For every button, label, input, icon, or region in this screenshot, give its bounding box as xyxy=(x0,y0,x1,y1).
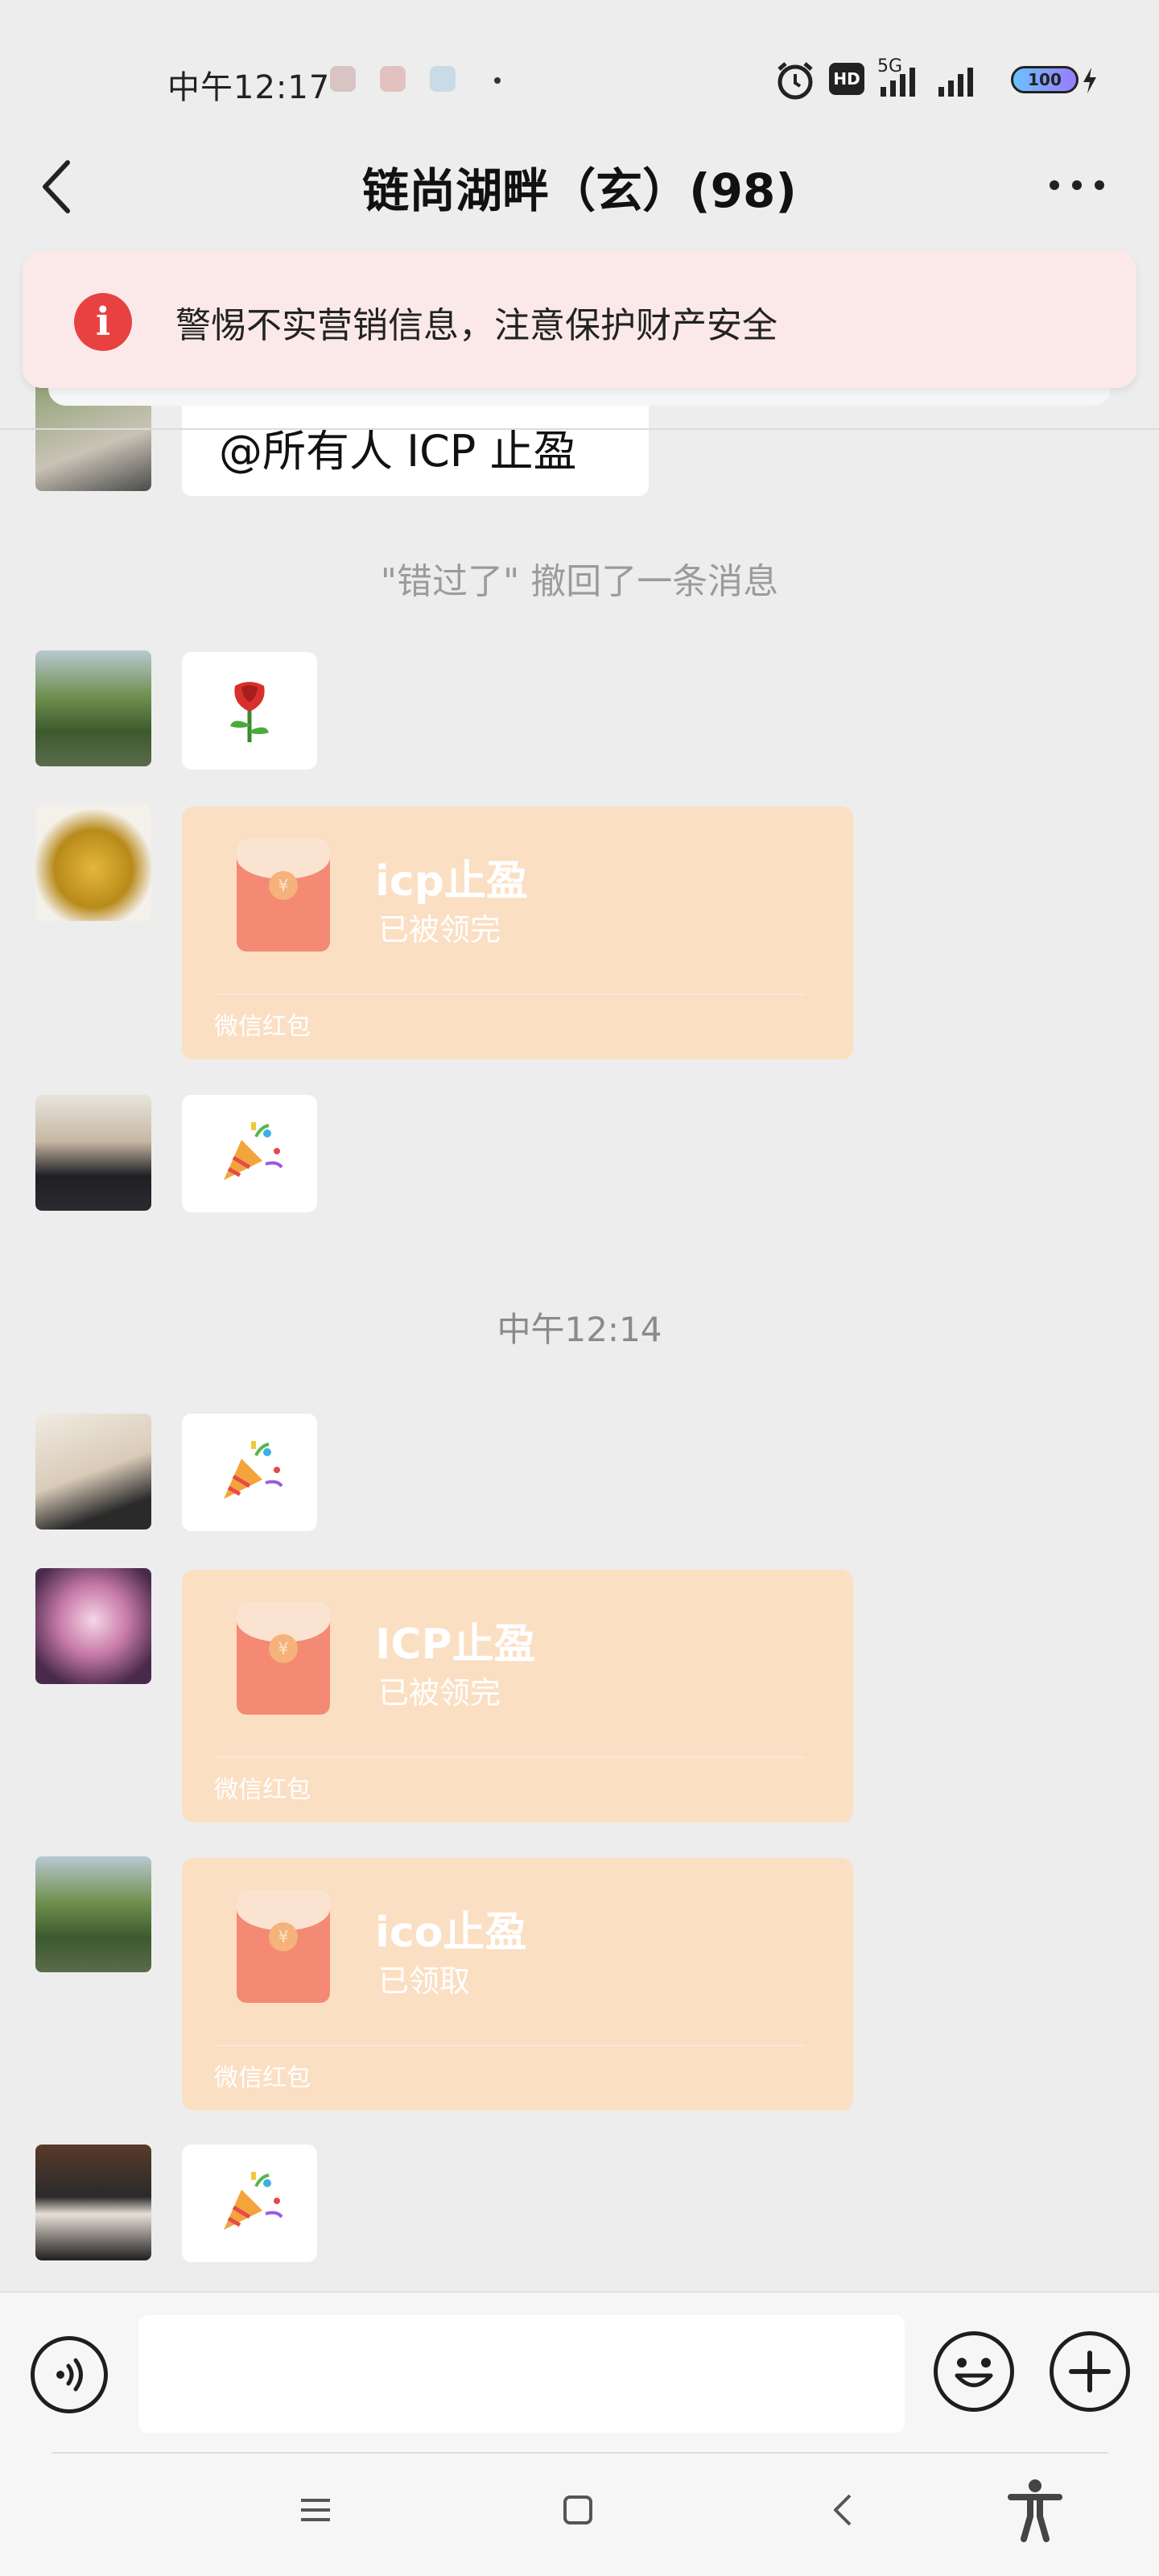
emoji-message-bubble[interactable] xyxy=(182,652,317,770)
party-popper-icon xyxy=(224,2172,283,2230)
accessibility-icon[interactable] xyxy=(1006,2478,1064,2542)
red-packet-message[interactable]: ¥ ico止盈 已领取 微信红包 xyxy=(182,1858,853,2111)
title-bar: 链尚湖畔（玄）(98) xyxy=(0,137,1159,250)
divider xyxy=(214,993,805,995)
red-packet-footer: 微信红包 xyxy=(214,1013,311,1041)
notification-icon xyxy=(380,66,406,92)
red-packet-icon: ¥ xyxy=(237,1890,330,2003)
red-packet-icon: ¥ xyxy=(237,1602,330,1715)
avatar[interactable] xyxy=(35,1095,151,1211)
red-packet-footer: 微信红包 xyxy=(214,1776,311,1804)
message-text: @所有人 ICP 止盈 xyxy=(219,426,577,477)
red-packet-status: 已被领完 xyxy=(378,912,501,947)
avatar[interactable] xyxy=(35,1856,151,1972)
divider xyxy=(0,428,1159,430)
emoji-button[interactable] xyxy=(934,2331,1014,2412)
input-bar xyxy=(0,2291,1159,2455)
divider xyxy=(52,2452,1107,2454)
avatar[interactable] xyxy=(35,1414,151,1530)
warning-text: 警惕不实营销信息，注意保护财产安全 xyxy=(175,305,777,346)
more-icon[interactable] xyxy=(1046,169,1107,201)
avatar[interactable] xyxy=(35,805,151,921)
party-popper-icon xyxy=(224,1122,283,1180)
nav-back-icon[interactable] xyxy=(829,2492,858,2528)
warning-banner: i 警惕不实营销信息，注意保护财产安全 xyxy=(23,251,1136,388)
emoji-message-bubble[interactable] xyxy=(182,1095,317,1212)
avatar[interactable] xyxy=(35,2145,151,2260)
red-packet-message[interactable]: ¥ icp止盈 已被领完 微信红包 xyxy=(182,807,853,1059)
rose-icon xyxy=(230,682,269,742)
timestamp: 中午12:14 xyxy=(497,1310,662,1349)
red-packet-title: ICP止盈 xyxy=(375,1620,536,1669)
emoji-message-bubble[interactable] xyxy=(182,1414,317,1531)
warning-icon: i xyxy=(74,293,132,351)
notification-icon xyxy=(430,66,456,92)
divider xyxy=(214,2045,805,2046)
divider xyxy=(214,1757,805,1758)
avatar[interactable] xyxy=(35,650,151,766)
battery-level: 100 xyxy=(1028,70,1062,89)
voice-icon xyxy=(56,2358,83,2392)
emoji-icon xyxy=(955,2358,993,2388)
charging-icon xyxy=(1083,68,1096,93)
red-packet-title: icp止盈 xyxy=(375,857,528,906)
red-packet-status: 已领取 xyxy=(378,1963,471,1999)
avatar[interactable] xyxy=(35,1568,151,1684)
emoji-message-bubble[interactable] xyxy=(182,2145,317,2262)
notification-icon xyxy=(330,66,356,92)
chat-title: 链尚湖畔（玄）(98) xyxy=(362,163,797,218)
hd-badge: HD xyxy=(829,63,864,95)
voice-button[interactable] xyxy=(31,2336,108,2413)
plus-icon xyxy=(1069,2351,1111,2392)
red-packet-status: 已被领完 xyxy=(378,1675,501,1711)
status-time: 中午12:17 xyxy=(167,69,331,106)
battery-icon: 100 xyxy=(1011,66,1079,93)
red-packet-footer: 微信红包 xyxy=(214,2064,311,2092)
system-nav-bar xyxy=(0,2455,1159,2576)
red-packet-message[interactable]: ¥ ICP止盈 已被领完 微信红包 xyxy=(182,1570,853,1823)
status-bar: 中午12:17 HD 5G 100 xyxy=(0,0,1159,137)
signal-icon xyxy=(881,68,973,97)
recall-notice: "错过了" 撤回了一条消息 xyxy=(380,561,779,602)
menu-icon[interactable] xyxy=(298,2494,333,2526)
more-notifications-dot xyxy=(494,77,501,84)
home-icon[interactable] xyxy=(562,2494,594,2526)
party-popper-icon xyxy=(224,1441,283,1499)
red-packet-title: ico止盈 xyxy=(375,1909,527,1957)
plus-button[interactable] xyxy=(1050,2331,1130,2412)
message-input[interactable] xyxy=(138,2315,905,2433)
red-packet-icon: ¥ xyxy=(237,839,330,952)
alarm-icon xyxy=(777,62,813,100)
